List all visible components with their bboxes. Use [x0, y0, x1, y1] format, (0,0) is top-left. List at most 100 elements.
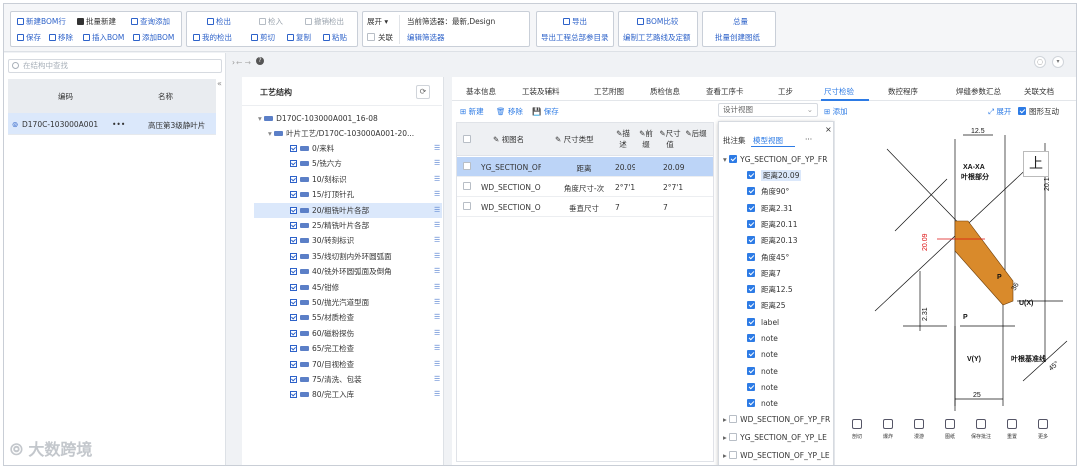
- help-icon[interactable]: ?: [256, 57, 264, 65]
- item-check[interactable]: [747, 301, 755, 310]
- list-lines-icon[interactable]: ☰: [434, 357, 440, 372]
- operation-check[interactable]: [290, 283, 297, 291]
- operation-check[interactable]: [290, 314, 297, 322]
- tree-group[interactable]: ▸ YG_SECTION_OF_YP_LE: [723, 430, 827, 445]
- item-check[interactable]: [747, 399, 755, 408]
- drawing-tool-button[interactable]: 漫游: [907, 419, 931, 440]
- view-up-button[interactable]: 上: [1023, 151, 1049, 177]
- tree-operation-item[interactable]: 10/刻标识 ☰: [254, 172, 442, 187]
- list-lines-icon[interactable]: ☰: [434, 310, 440, 325]
- annotation-item[interactable]: label: [747, 315, 779, 330]
- structure-search-input[interactable]: 在结构中查找: [8, 59, 222, 73]
- drawing-tool-button[interactable]: 更多: [1031, 419, 1055, 440]
- remove-button[interactable]: 移除: [49, 33, 73, 43]
- list-lines-icon[interactable]: ☰: [434, 141, 440, 156]
- tab-8[interactable]: 焊缝参数汇总: [956, 86, 1001, 97]
- expand-button[interactable]: ⤢ 展开: [988, 106, 1011, 117]
- list-lines-icon[interactable]: ☰: [434, 326, 440, 341]
- list-lines-icon[interactable]: ☰: [434, 280, 440, 295]
- list-lines-icon[interactable]: ☰: [434, 187, 440, 202]
- tree-operation-item[interactable]: 20/粗铣叶片各部 ☰: [254, 202, 442, 218]
- refresh-icon[interactable]: ⟳: [416, 85, 430, 99]
- tree-operation-item[interactable]: 75/清洗、包装 ☰: [254, 372, 442, 387]
- tab-4[interactable]: 查看工序卡: [706, 86, 744, 97]
- list-lines-icon[interactable]: ☰: [434, 372, 440, 387]
- table-row[interactable]: WD_SECTION_OF 垂直尺寸 7 7: [457, 197, 713, 217]
- operation-check[interactable]: [290, 237, 297, 245]
- tree-operation-item[interactable]: 80/完工入库 ☰: [254, 387, 442, 402]
- annotation-item[interactable]: 角度45°: [747, 250, 789, 265]
- row-check[interactable]: [463, 162, 471, 170]
- tree-group[interactable]: ▸ WD_SECTION_OF_YP_FR: [723, 412, 830, 427]
- drawing-tool-button[interactable]: 保存批注: [969, 419, 993, 440]
- related-checkbox[interactable]: 关联: [367, 33, 393, 43]
- related-check[interactable]: [367, 33, 375, 41]
- tree-root[interactable]: ▾ D170C-103000A001_16-08: [258, 111, 378, 126]
- drawing-tool-button[interactable]: 图纸: [938, 419, 962, 440]
- query-add-button[interactable]: 查询添加: [131, 17, 170, 27]
- tree-operation-item[interactable]: 70/目视检查 ☰: [254, 357, 442, 372]
- add-bom-button[interactable]: 添加BOM: [133, 33, 174, 43]
- annotation-item[interactable]: 距离7: [747, 266, 781, 281]
- group-check[interactable]: [729, 415, 738, 423]
- drawing-tool-button[interactable]: 重置: [1000, 419, 1024, 440]
- edit-filter-link[interactable]: 编辑筛选器: [407, 33, 445, 43]
- collapse-left-icon[interactable]: «: [217, 79, 222, 88]
- tree-operation-item[interactable]: 45/钳修 ☰: [254, 280, 442, 295]
- item-check[interactable]: [747, 219, 755, 228]
- list-lines-icon[interactable]: ☰: [434, 295, 440, 310]
- more-icon[interactable]: ···: [805, 135, 812, 144]
- group-check[interactable]: [729, 155, 738, 163]
- bom-compare-button[interactable]: BOM比较: [637, 17, 678, 27]
- checkin-button[interactable]: 检入: [259, 17, 283, 27]
- item-check[interactable]: [747, 268, 755, 277]
- item-check[interactable]: [747, 334, 755, 342]
- nav-arrows-icon[interactable]: ← →: [236, 58, 251, 67]
- operation-check[interactable]: [290, 299, 297, 306]
- batch-create-drawing-button[interactable]: 批量创建图纸: [715, 33, 760, 43]
- list-lines-icon[interactable]: ☰: [434, 218, 440, 233]
- expand-dropdown[interactable]: 展开 ▾: [367, 17, 388, 27]
- cut-button[interactable]: 剪切: [251, 33, 275, 43]
- tab-3[interactable]: 质检信息: [650, 86, 680, 97]
- tab-6[interactable]: 尺寸检验: [824, 86, 854, 97]
- table-row[interactable]: YG_SECTION_OF_ 距离 20.09 20.09: [457, 157, 713, 177]
- annotation-item[interactable]: note: [747, 380, 778, 395]
- insert-bom-button[interactable]: 插入BOM: [83, 33, 124, 43]
- row-more-icon[interactable]: •••: [112, 120, 125, 129]
- item-check[interactable]: [747, 236, 755, 245]
- remove-button[interactable]: 🗑 移除: [496, 106, 523, 117]
- operation-check[interactable]: [290, 145, 297, 152]
- chevron-down-icon[interactable]: ▾: [1052, 56, 1064, 68]
- table-row[interactable]: WD_SECTION_OF 角度尺寸-次 2°7'1 2°7'1: [457, 177, 713, 197]
- select-all-check[interactable]: [463, 135, 471, 143]
- list-lines-icon[interactable]: ☰: [434, 172, 440, 187]
- tab-2[interactable]: 工艺附图: [594, 86, 624, 97]
- tree-operation-item[interactable]: 50/抛光汽道型面 ☰: [254, 295, 442, 310]
- graph-interact-toggle[interactable]: 图形互动: [1018, 106, 1059, 117]
- my-checkout-button[interactable]: 我的检出: [193, 33, 232, 43]
- row-check[interactable]: [463, 202, 471, 210]
- operation-check[interactable]: [290, 376, 297, 383]
- save-button[interactable]: 💾 保存: [532, 106, 559, 117]
- settings-icon[interactable]: ◌: [1034, 56, 1046, 68]
- annotation-item[interactable]: 距离25: [747, 298, 786, 313]
- tree-operation-item[interactable]: 30/转刻标识 ☰: [254, 233, 442, 248]
- add-button[interactable]: ⊞ 添加: [824, 106, 848, 117]
- tree-operation-item[interactable]: 40/铣外环圆弧面及倒角 ☰: [254, 264, 442, 279]
- operation-check[interactable]: [290, 206, 297, 214]
- annotation-item[interactable]: 距离20.11: [747, 217, 797, 232]
- copy-button[interactable]: 复制: [287, 33, 311, 43]
- tree-operation-item[interactable]: 60/磁粉探伤 ☰: [254, 326, 442, 341]
- item-check[interactable]: [747, 350, 755, 359]
- export-button[interactable]: 导出: [563, 17, 587, 27]
- tree-operation-item[interactable]: 15/打顶针孔 ☰: [254, 187, 442, 202]
- tree-operation-item[interactable]: 5/铣六方 ☰: [254, 156, 442, 171]
- annotation-item[interactable]: note: [747, 396, 778, 411]
- operation-check[interactable]: [290, 391, 297, 399]
- list-lines-icon[interactable]: ☰: [434, 387, 440, 402]
- list-lines-icon[interactable]: ☰: [434, 249, 440, 264]
- tree-operation-item[interactable]: 0/来料 ☰: [254, 141, 442, 156]
- list-lines-icon[interactable]: ☰: [434, 203, 440, 218]
- drawing-tool-button[interactable]: 爆炸: [876, 419, 900, 440]
